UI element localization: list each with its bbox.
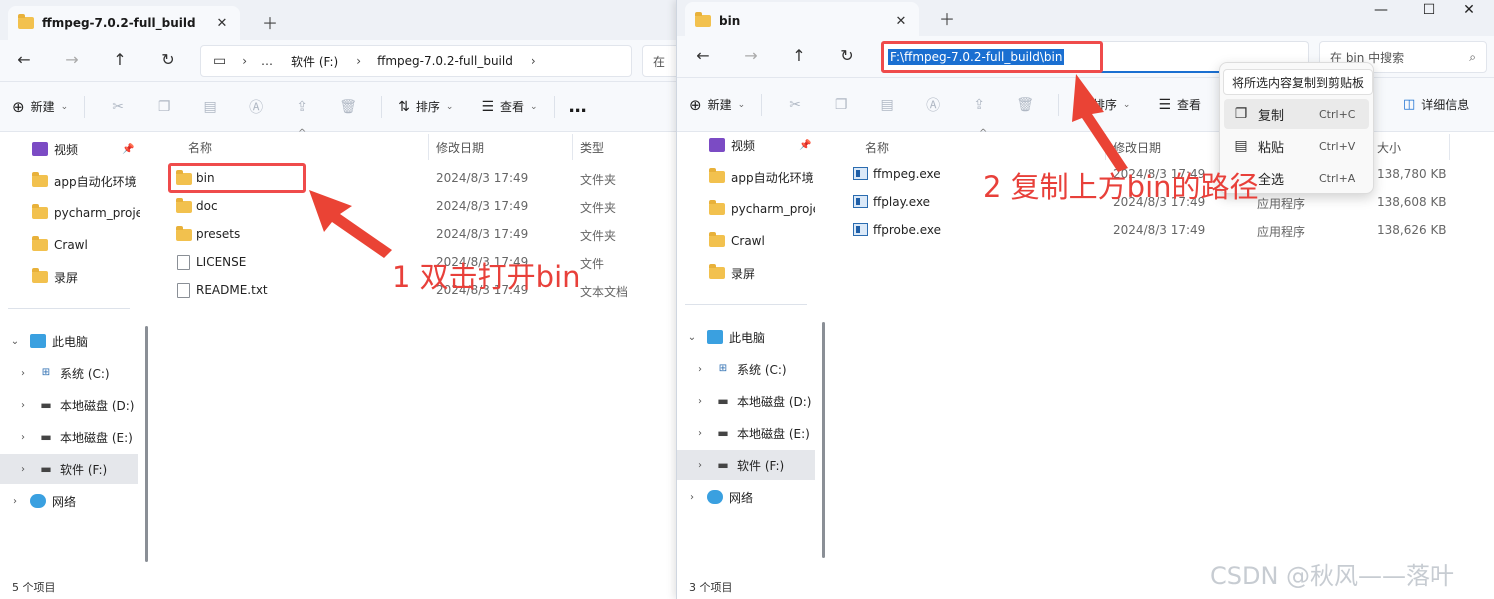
watermark: CSDN @秋风——落叶 [1210,562,1455,590]
annotation-step-1: 1 双击打开bin [392,260,581,294]
annotation-step-2: 2 复制上方bin的路径 [983,170,1259,204]
annotation-arrows [309,74,1128,258]
arrow-to-bin-folder [309,190,392,258]
arrow-to-address-bar [1072,74,1128,172]
